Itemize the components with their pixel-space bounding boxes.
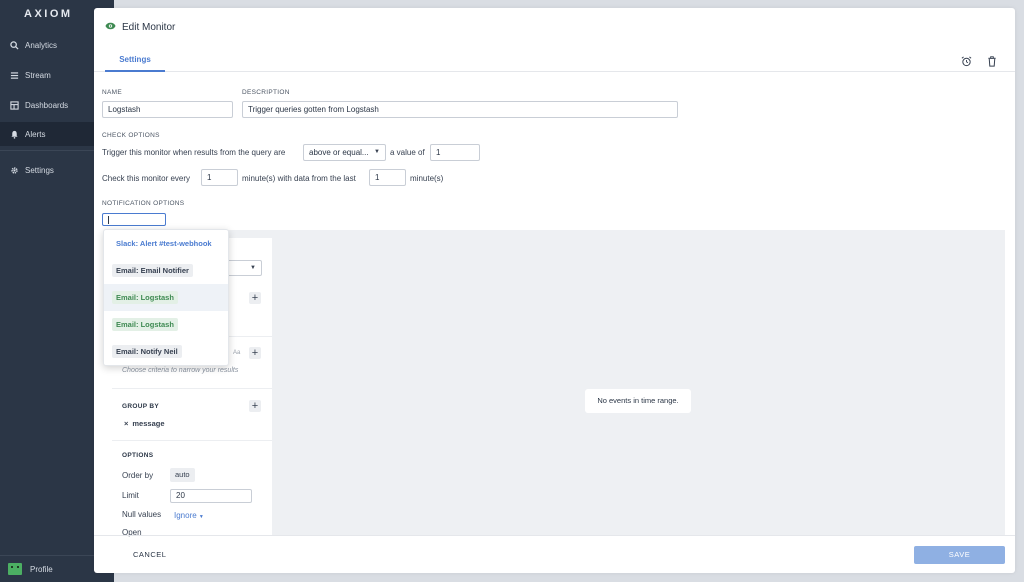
option-label: Email: Email Notifier — [112, 264, 193, 277]
trigger-text: Trigger this monitor when results from t… — [102, 148, 286, 157]
add-group-by-button[interactable]: + — [249, 400, 261, 412]
minutes-data-text: minute(s) with data from the last — [242, 174, 356, 183]
add-summarize-button[interactable]: + — [249, 292, 261, 304]
description-input[interactable]: Trigger queries gotten from Logstash — [242, 101, 678, 118]
dropdown-option[interactable]: Email: Logstash — [104, 284, 228, 311]
options-label: OPTIONS — [122, 452, 154, 459]
app-logo: AXIOM — [24, 8, 73, 20]
limit-input[interactable]: 20 — [170, 489, 252, 503]
option-label: Slack: Alert #test-webhook — [116, 239, 212, 248]
name-input[interactable]: Logstash — [102, 101, 233, 118]
dashboard-icon — [10, 100, 19, 110]
caret-down-icon: ▼ — [374, 149, 380, 155]
sidebar-item-label: Alerts — [25, 129, 46, 139]
dropdown-option[interactable]: Slack: Alert #test-webhook — [104, 230, 228, 257]
value-text: a value of — [390, 148, 425, 157]
check-options-label: CHECK OPTIONS — [102, 132, 160, 139]
null-values-select[interactable]: Ignore ▼ — [174, 511, 204, 520]
notification-dropdown: Slack: Alert #test-webhook Email: Email … — [103, 229, 229, 366]
check-every-text: Check this monitor every — [102, 174, 191, 183]
name-label: NAME — [102, 89, 122, 96]
case-sensitive-toggle[interactable]: Aa — [230, 348, 244, 359]
null-values-label: Null values — [122, 510, 162, 519]
sidebar-item-label: Analytics — [25, 40, 58, 50]
bell-icon — [10, 130, 19, 139]
eye-icon — [105, 22, 116, 33]
caret-down-icon: ▼ — [250, 264, 256, 271]
modal-title: Edit Monitor — [122, 22, 176, 33]
no-events-message: No events in time range. — [585, 389, 691, 413]
panel-divider — [112, 388, 272, 389]
operator-select[interactable]: above or equal... ▼ — [303, 144, 386, 161]
cancel-button[interactable]: CANCEL — [133, 550, 166, 559]
filter-hint: Choose criteria to narrow your results — [122, 367, 239, 374]
tab-bar: Settings — [94, 52, 1015, 72]
last-minutes-input[interactable]: 1 — [369, 169, 406, 186]
avatar — [8, 563, 22, 575]
sidebar-item-label: Stream — [25, 70, 51, 80]
tab-settings[interactable]: Settings — [105, 52, 165, 72]
operator-value: above or equal... — [309, 148, 369, 157]
query-preview-area: ▼ + Aa + Choose criteria to narrow your … — [112, 230, 1005, 537]
every-minutes-input[interactable]: 1 — [201, 169, 238, 186]
edit-monitor-modal: Edit Monitor Settings NAME Logstash DESC… — [94, 8, 1015, 573]
caret-down-icon: ▼ — [198, 514, 204, 520]
remove-icon[interactable]: × — [124, 419, 128, 428]
add-filter-button[interactable]: + — [249, 347, 261, 359]
option-label: Email: Logstash — [112, 291, 178, 304]
alarm-clock-icon[interactable] — [960, 55, 972, 67]
trash-icon[interactable] — [986, 55, 998, 67]
notification-search-input[interactable] — [102, 213, 166, 226]
option-label: Email: Notify Neil — [112, 345, 182, 358]
order-by-label: Order by — [122, 471, 154, 480]
option-label: Email: Logstash — [112, 318, 178, 331]
dropdown-option[interactable]: Email: Notify Neil — [104, 338, 228, 365]
group-by-value: message — [132, 419, 165, 428]
profile-label: Profile — [30, 564, 53, 574]
sidebar-item-label: Dashboards — [25, 100, 69, 110]
search-icon — [10, 40, 19, 50]
dropdown-option[interactable]: Email: Logstash — [104, 311, 228, 338]
sidebar-item-label: Settings — [25, 165, 54, 175]
null-values-value: Ignore — [174, 511, 197, 520]
limit-label: Limit — [122, 491, 139, 500]
group-by-tag: × message — [124, 419, 165, 428]
save-button[interactable]: SAVE — [914, 546, 1005, 564]
minutes-text: minute(s) — [410, 174, 444, 183]
value-input[interactable]: 1 — [430, 144, 480, 161]
notification-options-label: NOTIFICATION OPTIONS — [102, 200, 185, 207]
group-by-label: GROUP BY — [122, 403, 159, 410]
modal-footer: CANCEL SAVE — [94, 535, 1015, 573]
text-cursor — [108, 216, 109, 224]
stream-icon — [10, 71, 19, 80]
gear-icon — [10, 166, 19, 175]
panel-divider — [112, 440, 272, 441]
modal-header: Edit Monitor — [105, 22, 175, 33]
order-by-select[interactable]: auto — [170, 468, 195, 482]
dropdown-option[interactable]: Email: Email Notifier — [104, 257, 228, 284]
description-label: DESCRIPTION — [242, 89, 290, 96]
